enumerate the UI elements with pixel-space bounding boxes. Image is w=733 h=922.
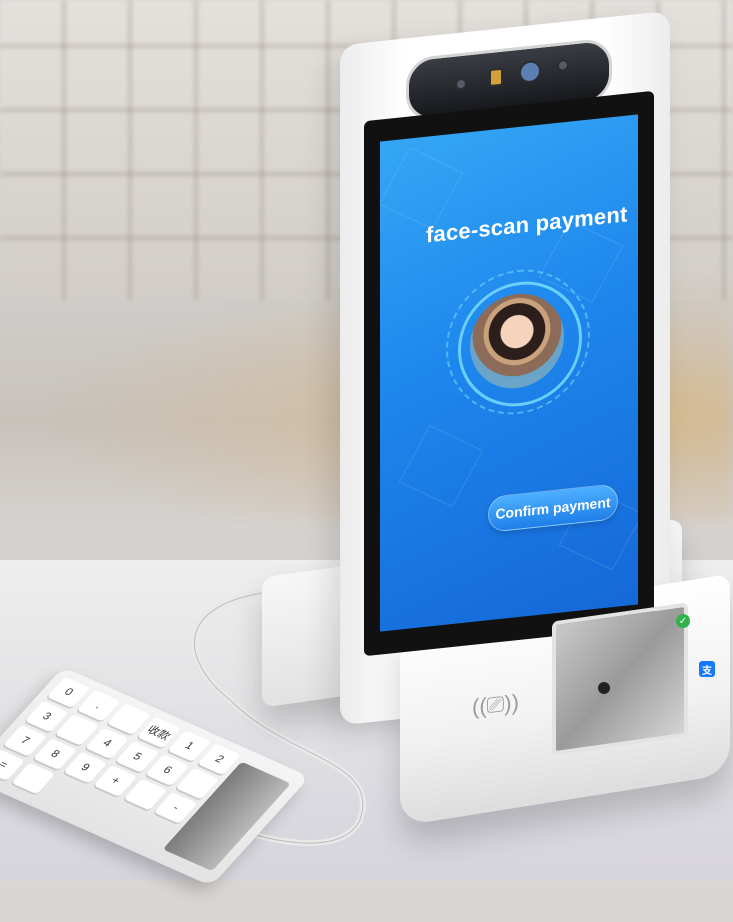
sensor-icon (455, 77, 467, 91)
alipay-icon: 支 (699, 661, 715, 677)
ir-light-icon (489, 67, 503, 88)
check-badge-icon: ✓ (676, 614, 690, 628)
camera-lens-icon (519, 59, 541, 84)
contactless-icon: ((⎚)) (472, 689, 519, 720)
product-scene: face-scan payment Confirm payment ((⎚)) … (0, 0, 733, 887)
scanner-lens-icon (598, 682, 610, 694)
qr-scanner-window (552, 602, 688, 756)
camera-dot-icon (557, 58, 569, 72)
